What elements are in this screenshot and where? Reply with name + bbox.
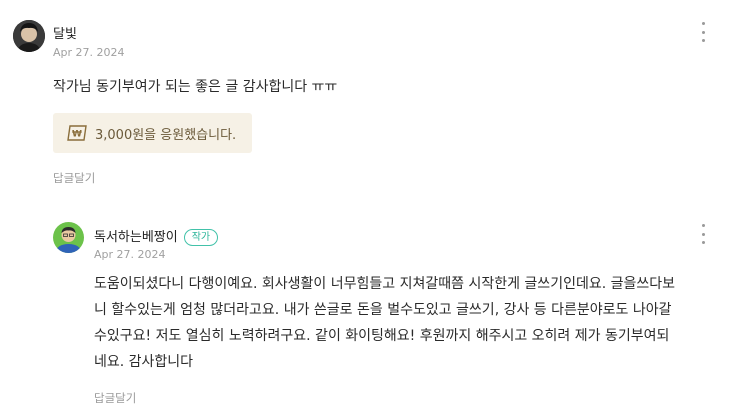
author-badge: 작가 [183, 229, 219, 246]
commenter-name[interactable]: 달빛 [53, 23, 77, 42]
author-avatar[interactable] [53, 222, 84, 253]
author-name-row: 독서하는베짱이 작가 [94, 226, 219, 246]
reply-text-line: 도움이되셨다니 다행이예요. 회사생활이 너무힘들고 지쳐갈때쯤 시작한게 글쓰… [94, 276, 676, 292]
avatar-photo-icon [13, 20, 45, 52]
author-name[interactable]: 독서하는베짱이 [94, 230, 178, 245]
reply-text-line: 니 할수있는게 엄청 많더라고요. 내가 쓴글로 돈을 벌수도있고 글쓰기, 강… [94, 302, 672, 318]
comment-text: 작가님 동기부여가 되는 좋은 글 감사합니다 ㅠㅠ [53, 79, 338, 95]
commenter-avatar[interactable] [13, 20, 45, 52]
reply-date: Apr 27. 2024 [94, 248, 166, 261]
avatar-photo-icon [53, 222, 84, 253]
money-note-icon: ₩ [67, 124, 89, 142]
reply-text-line: 수있구요! 저도 열심히 노력하려구요. 같이 화이팅해요! 후원까지 해주시고… [94, 328, 670, 344]
support-banner: ₩ 3,000원을 응원했습니다. [53, 113, 252, 153]
reply-link[interactable]: 답글달기 [94, 390, 136, 406]
reply-link[interactable]: 답글달기 [53, 170, 95, 186]
comment-date: Apr 27. 2024 [53, 46, 125, 59]
support-message: 3,000원을 응원했습니다. [95, 127, 237, 143]
reply-more-icon[interactable] [700, 224, 706, 244]
reply-text: 도움이되셨다니 다행이예요. 회사생활이 너무힘들고 지쳐갈때쯤 시작한게 글쓰… [94, 271, 714, 375]
svg-text:₩: ₩ [72, 130, 82, 140]
comment-more-icon[interactable] [700, 22, 706, 42]
reply-text-line: 네요. 감사합니다 [94, 354, 194, 370]
